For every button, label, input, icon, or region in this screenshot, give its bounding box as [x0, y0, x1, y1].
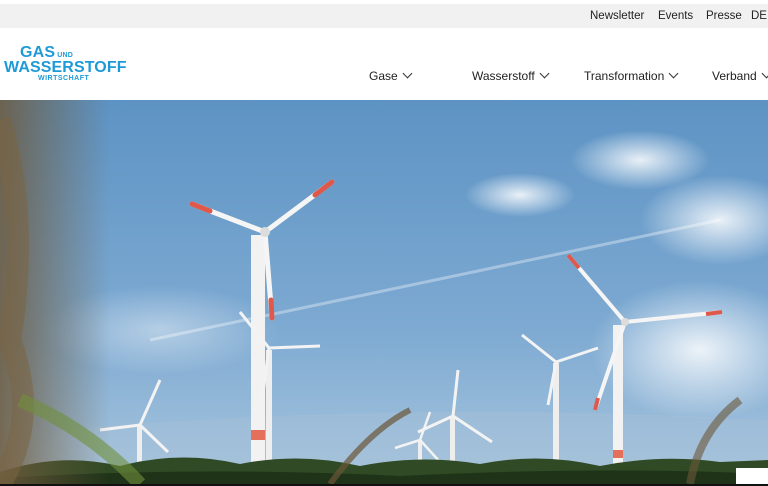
- chevron-down-icon: [539, 68, 550, 79]
- chevron-down-icon: [402, 68, 413, 79]
- chevron-down-icon: [668, 68, 679, 79]
- nav-item-gase[interactable]: Gase: [369, 68, 413, 83]
- utility-link-events[interactable]: Events: [658, 10, 693, 22]
- chevron-down-icon: [761, 68, 768, 79]
- hero-image: [0, 100, 768, 484]
- nav-item-wasserstoff[interactable]: Wasserstoff: [472, 68, 550, 83]
- nav-item-verband[interactable]: Verband: [712, 68, 768, 83]
- language-switch[interactable]: DE: [751, 10, 767, 22]
- nav-item-verband-label: Verband: [712, 69, 757, 83]
- nav-item-gase-label: Gase: [369, 69, 398, 83]
- utility-link-presse[interactable]: Presse: [706, 10, 742, 22]
- logo-line-3: WIRTSCHAFT: [38, 75, 90, 82]
- nav-item-wasserstoff-label: Wasserstoff: [472, 69, 535, 83]
- utility-bar: [0, 4, 768, 28]
- utility-link-newsletter[interactable]: Newsletter: [590, 10, 644, 22]
- nav-item-transformation-label: Transformation: [584, 69, 665, 83]
- nav-item-transformation[interactable]: Transformation: [584, 68, 679, 83]
